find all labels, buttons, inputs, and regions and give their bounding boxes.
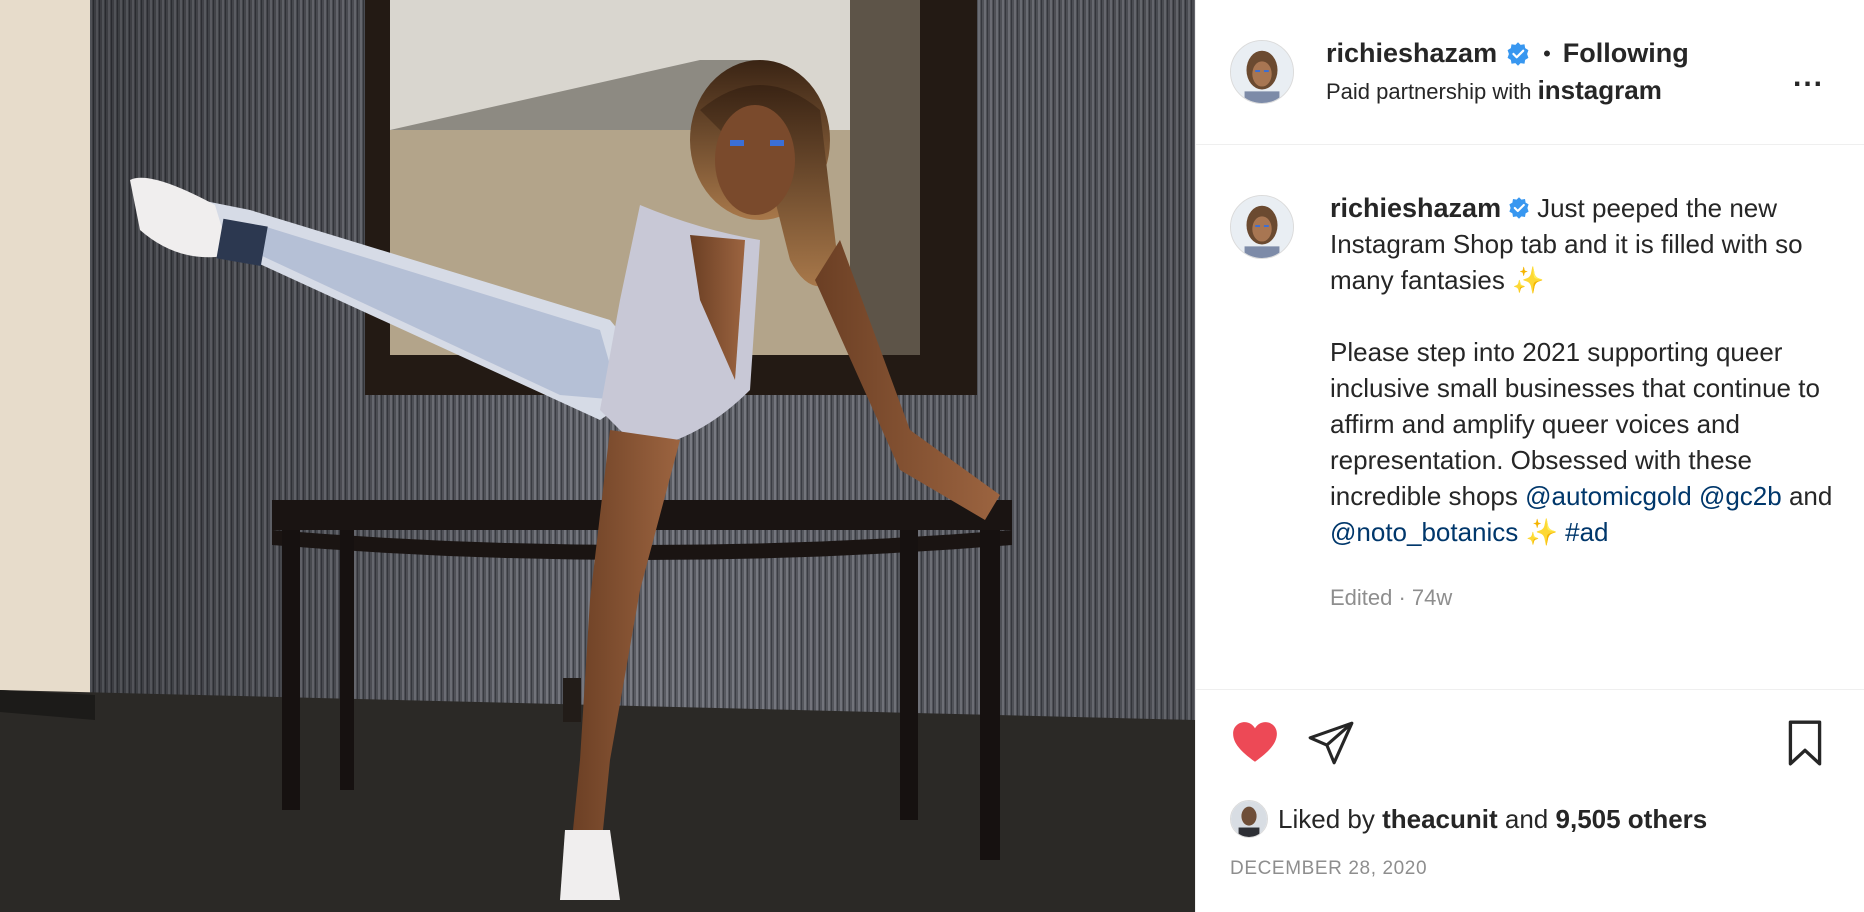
heart-filled-icon[interactable] (1230, 718, 1280, 768)
mention-automicgold[interactable]: @automicgold (1525, 481, 1692, 511)
liker-avatar[interactable] (1230, 800, 1268, 838)
bookmark-icon[interactable] (1780, 718, 1830, 768)
avatar-image (1231, 196, 1293, 258)
liker-username[interactable]: theacunit (1382, 804, 1498, 835)
edited-timestamp: Edited · 74w (1330, 585, 1453, 610)
liker-avatar-image (1231, 801, 1267, 837)
mention-noto-botanics[interactable]: @noto_botanics (1330, 517, 1518, 547)
paid-partnership-label: Paid partnership with instagram (1326, 75, 1689, 106)
caption-first-paragraph: richieshazam Just peeped the new Instagr… (1330, 190, 1840, 298)
action-bar (1230, 718, 1830, 768)
post-caption: richieshazam Just peeped the new Instagr… (1330, 190, 1840, 689)
likes-others-count[interactable]: 9,505 others (1556, 804, 1708, 835)
more-options-button[interactable]: ... (1793, 60, 1824, 94)
header-row-user: richieshazam • Following (1326, 38, 1689, 69)
partnership-prefix: Paid partnership with (1326, 79, 1532, 104)
caption-and: and (1788, 481, 1833, 511)
mention-gc2b[interactable]: @gc2b (1699, 481, 1782, 511)
likes-summary: Liked by theacunit and 9,505 others (1230, 800, 1707, 838)
author-avatar[interactable] (1230, 40, 1294, 104)
separator-dot: • (1543, 40, 1551, 66)
post-header: richieshazam • Following Paid partnershi… (1196, 0, 1864, 145)
likes-prefix: Liked by (1278, 803, 1375, 834)
post-date[interactable]: DECEMBER 28, 2020 (1230, 858, 1427, 880)
post-photo[interactable] (0, 0, 1195, 912)
following-button[interactable]: Following (1563, 38, 1689, 69)
likes-and: and (1504, 803, 1549, 834)
author-username[interactable]: richieshazam (1326, 38, 1497, 69)
partner-link[interactable]: instagram (1538, 75, 1662, 105)
instagram-post: richieshazam • Following Paid partnershi… (0, 0, 1864, 912)
caption-section: richieshazam Just peeped the new Instagr… (1196, 145, 1864, 690)
caption-second-paragraph: Please step into 2021 supporting queer i… (1330, 334, 1840, 550)
post-photo-image (0, 0, 1195, 912)
post-side-panel: richieshazam • Following Paid partnershi… (1195, 0, 1864, 912)
avatar-image (1231, 41, 1293, 103)
caption-author-avatar[interactable] (1230, 195, 1294, 259)
sparkle-emoji: ✨ (1525, 517, 1558, 547)
hashtag-ad[interactable]: #ad (1565, 517, 1608, 547)
header-text: richieshazam • Following Paid partnershi… (1326, 38, 1689, 106)
verified-badge-icon (1509, 197, 1529, 219)
paper-plane-icon[interactable] (1306, 718, 1356, 768)
verified-badge-icon (1507, 41, 1529, 66)
caption-username[interactable]: richieshazam (1330, 193, 1501, 223)
